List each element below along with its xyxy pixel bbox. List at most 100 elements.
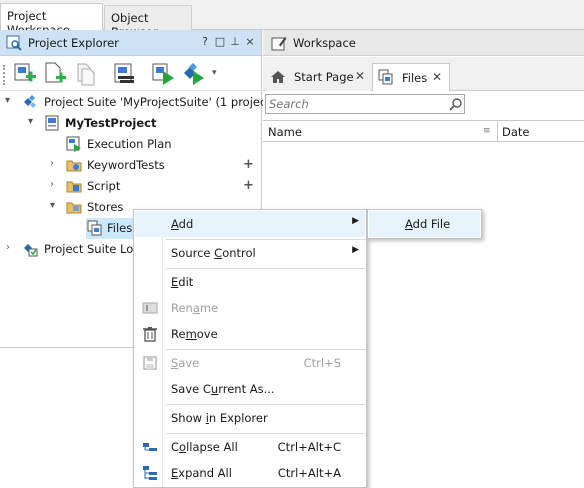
- collapse-all-icon: [141, 438, 159, 456]
- tab-files[interactable]: Files ✕: [372, 63, 450, 91]
- workspace-header: Workspace: [263, 30, 584, 56]
- keyword-tests-icon: [66, 157, 82, 173]
- tab-label: Files: [402, 71, 428, 85]
- tree-item-label: Files: [107, 221, 133, 235]
- collapse-chevron-icon[interactable]: ▾: [5, 95, 15, 107]
- tab-project-workspace[interactable]: Project Workspace: [0, 3, 103, 37]
- menu-item-label: Save Current As...: [171, 382, 275, 396]
- trash-icon: [141, 325, 159, 343]
- tree-item-label: Script: [87, 179, 121, 193]
- tree-item-script[interactable]: › Script +: [0, 176, 261, 197]
- menu-item-label: Add: [171, 217, 194, 231]
- toolbar-grip[interactable]: [3, 65, 6, 85]
- submenu-arrow-icon: ▶: [352, 216, 359, 226]
- project-icon: [44, 115, 60, 131]
- menu-item-add-file[interactable]: Add File: [369, 211, 480, 237]
- help-icon[interactable]: ?: [198, 35, 212, 49]
- panel-title: Project Explorer: [28, 36, 119, 50]
- tree-item-label: Project Suite 'MyProjectSuite' (1 projec…: [44, 95, 276, 109]
- close-icon[interactable]: ×: [243, 35, 257, 49]
- maximize-icon[interactable]: □: [213, 35, 227, 49]
- column-header-name[interactable]: Name: [268, 125, 302, 139]
- menu-item-label: Remove: [171, 327, 218, 341]
- menu-item-save[interactable]: Save Ctrl+S: [135, 350, 365, 376]
- files-icon: [87, 220, 103, 236]
- expand-chevron-icon[interactable]: ›: [50, 179, 60, 191]
- panel-title: Workspace: [293, 36, 356, 50]
- menu-item-collapse-all[interactable]: Collapse All Ctrl+Alt+C: [135, 434, 365, 460]
- tab-start-page[interactable]: Start Page ✕: [265, 63, 371, 91]
- menu-item-label: Rename: [171, 301, 219, 315]
- tree-item-files-selected[interactable]: Files: [86, 218, 134, 239]
- pin-icon[interactable]: ⊥: [228, 35, 242, 49]
- add-new-project-icon[interactable]: [12, 61, 38, 87]
- add-item-plus-icon[interactable]: +: [243, 157, 254, 172]
- close-tab-icon[interactable]: ✕: [355, 69, 365, 83]
- run-project-icon[interactable]: [150, 61, 176, 87]
- menu-item-rename[interactable]: Rename: [135, 295, 365, 321]
- expand-all-icon: [141, 464, 159, 482]
- column-divider[interactable]: [497, 121, 498, 141]
- menu-item-save-current-as[interactable]: Save Current As...: [135, 376, 365, 402]
- tree-item-project[interactable]: ▾ MyTestProject: [0, 113, 261, 134]
- tree-item-label: Project Suite Logs: [44, 242, 147, 256]
- submenu-arrow-icon: ▶: [352, 245, 359, 255]
- add-submenu: Add File: [367, 209, 482, 239]
- menu-item-remove[interactable]: Remove: [135, 321, 365, 347]
- tab-label: Start Page: [294, 70, 354, 84]
- project-suite-icon: [22, 94, 38, 110]
- context-menu: Add ▶ Source Control ▶ Edit Rename Remov…: [133, 209, 367, 488]
- execution-plan-icon: [66, 136, 82, 152]
- workspace-icon: [271, 35, 287, 51]
- tree-item-label: KeywordTests: [87, 158, 165, 172]
- menu-item-edit[interactable]: Edit: [135, 269, 365, 295]
- add-item-plus-icon[interactable]: +: [243, 178, 254, 193]
- properties-icon[interactable]: [112, 61, 138, 87]
- menu-item-label: Show in Explorer: [171, 411, 268, 425]
- add-new-item-icon[interactable]: [42, 61, 68, 87]
- menu-item-label: Source Control: [171, 246, 256, 260]
- stores-icon: [66, 199, 82, 215]
- script-icon: [66, 178, 82, 194]
- menu-item-expand-all[interactable]: Expand All Ctrl+Alt+A: [135, 460, 365, 486]
- files-icon: [378, 69, 394, 85]
- close-tab-icon[interactable]: ✕: [432, 70, 442, 84]
- collapse-chevron-icon[interactable]: ▾: [28, 116, 38, 128]
- menu-item-label: Add File: [405, 217, 451, 231]
- tree-item-project-suite-logs[interactable]: › Project Suite Logs: [0, 239, 147, 260]
- menu-item-shortcut: Ctrl+Alt+C: [277, 440, 341, 454]
- sort-icon: ≡: [483, 126, 491, 136]
- column-header-date[interactable]: Date: [502, 125, 530, 139]
- search-icon[interactable]: [449, 97, 463, 111]
- expand-chevron-icon[interactable]: ›: [6, 242, 16, 254]
- menu-item-label: Save: [171, 356, 200, 370]
- tab-object-browser[interactable]: Object Browser: [104, 5, 192, 39]
- home-icon: [270, 69, 286, 85]
- menu-item-label: Collapse All: [171, 440, 238, 454]
- save-icon: [141, 354, 159, 372]
- collapse-chevron-icon[interactable]: ▾: [50, 200, 60, 212]
- search-box[interactable]: [265, 94, 465, 114]
- menu-item-source-control[interactable]: Source Control ▶: [135, 240, 365, 266]
- menu-item-shortcut: Ctrl+S: [303, 356, 341, 370]
- tree-item-project-suite[interactable]: ▾ Project Suite 'MyProjectSuite' (1 proj…: [0, 92, 275, 113]
- project-explorer-header: Project Explorer ? □ ⊥ ×: [0, 30, 261, 56]
- menu-item-show-in-explorer[interactable]: Show in Explorer: [135, 405, 365, 431]
- workspace-tab-strip: Start Page ✕ Files ✕: [263, 57, 584, 91]
- menu-item-label: Edit: [171, 275, 194, 289]
- add-existing-item-icon[interactable]: [72, 61, 98, 87]
- tree-item-execution-plan[interactable]: Execution Plan: [0, 134, 261, 155]
- project-explorer-toolbar: ▾: [0, 57, 261, 91]
- rename-icon: [141, 299, 159, 317]
- search-input[interactable]: [269, 96, 439, 112]
- tree-item-keyword-tests[interactable]: › KeywordTests +: [0, 155, 261, 176]
- menu-item-shortcut: Ctrl+Alt+A: [277, 466, 341, 480]
- expand-chevron-icon[interactable]: ›: [50, 158, 60, 170]
- run-suite-icon[interactable]: [180, 61, 206, 87]
- menu-item-label: Expand All: [171, 466, 232, 480]
- menu-item-add[interactable]: Add ▶: [135, 211, 365, 237]
- file-list-header: Name ≡ Date: [263, 120, 584, 142]
- top-tab-bar: Project Workspace Object Browser: [0, 0, 584, 39]
- tree-item-label: Execution Plan: [87, 137, 172, 151]
- run-dropdown-chevron-icon[interactable]: ▾: [212, 68, 217, 78]
